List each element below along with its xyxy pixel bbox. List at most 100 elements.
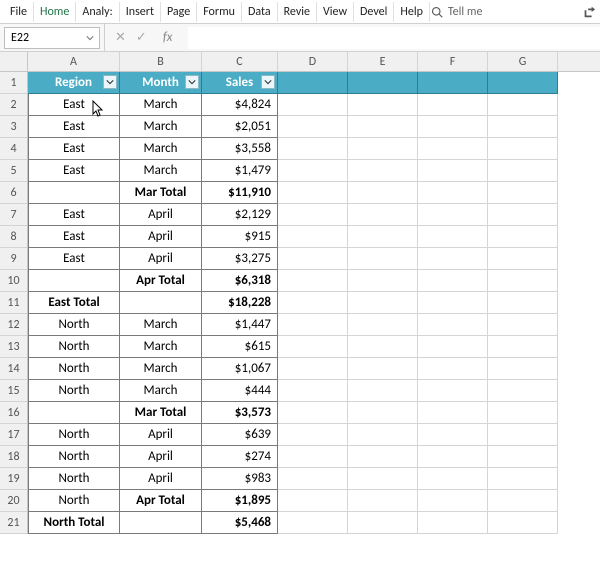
cell-month[interactable]: April [120,226,202,248]
cell[interactable] [488,314,558,336]
row-header[interactable]: 7 [0,204,27,226]
cell[interactable] [278,424,348,446]
cell[interactable] [488,226,558,248]
cell-month[interactable]: March [120,336,202,358]
column-header-a[interactable]: A [28,52,120,71]
select-all-corner[interactable] [0,52,28,71]
ribbon-tab-review[interactable]: Revie [278,2,317,22]
cell[interactable] [418,512,488,534]
ribbon-tab-data[interactable]: Data [242,2,278,22]
cell[interactable] [278,468,348,490]
row-header[interactable]: 5 [0,160,27,182]
cell-month[interactable]: March [120,138,202,160]
cell[interactable] [278,72,348,94]
cell[interactable] [278,160,348,182]
cell[interactable] [348,402,418,424]
cell-region[interactable]: East [28,226,120,248]
cell[interactable] [278,358,348,380]
cell-month[interactable]: March [120,358,202,380]
fx-label[interactable]: fx [157,30,179,45]
row-header[interactable]: 13 [0,336,27,358]
column-header-g[interactable]: G [488,52,558,71]
cell[interactable] [418,270,488,292]
cell[interactable] [488,358,558,380]
row-header[interactable]: 21 [0,512,27,534]
cell-region[interactable]: North [28,468,120,490]
cell[interactable] [348,336,418,358]
cell[interactable] [278,446,348,468]
cell[interactable] [348,270,418,292]
cell-month[interactable]: March [120,94,202,116]
ribbon-tab-file[interactable]: File [4,2,34,22]
cell-month[interactable]: April [120,204,202,226]
cell-sales[interactable]: $3,558 [202,138,278,160]
cell[interactable] [278,512,348,534]
row-header[interactable]: 12 [0,314,27,336]
name-box[interactable]: E22 [4,27,100,49]
cell[interactable] [278,314,348,336]
cell[interactable] [418,468,488,490]
cell-month[interactable] [120,292,202,314]
cell-region[interactable]: North Total [28,512,120,534]
cell-region[interactable]: North [28,358,120,380]
filter-icon[interactable] [261,75,275,89]
cell[interactable] [418,490,488,512]
tellme-input[interactable]: Tell me [444,5,487,19]
cell[interactable] [348,182,418,204]
cell[interactable] [488,380,558,402]
cancel-icon[interactable]: ✕ [115,30,126,45]
cell[interactable] [278,226,348,248]
chevron-down-icon[interactable] [83,31,97,45]
cell-region[interactable]: North [28,380,120,402]
cell[interactable] [488,204,558,226]
cell[interactable] [348,380,418,402]
row-header[interactable]: 6 [0,182,27,204]
confirm-icon[interactable]: ✓ [136,30,147,45]
cell-sales[interactable]: $274 [202,446,278,468]
ribbon-tab-page[interactable]: Page [161,2,197,22]
cell-sales[interactable]: $915 [202,226,278,248]
cell-sales[interactable]: $444 [202,380,278,402]
header-month[interactable]: Month [120,72,202,94]
header-region[interactable]: Region [28,72,120,94]
cell[interactable] [348,292,418,314]
cell-region[interactable]: East [28,94,120,116]
cell[interactable] [278,380,348,402]
cell-month[interactable]: April [120,248,202,270]
cell-month[interactable]: April [120,468,202,490]
cell[interactable] [278,336,348,358]
row-header[interactable]: 19 [0,468,27,490]
cell[interactable] [348,314,418,336]
cell-month[interactable]: April [120,446,202,468]
cell-sales[interactable]: $5,468 [202,512,278,534]
row-header[interactable]: 10 [0,270,27,292]
cell-sales[interactable]: $4,824 [202,94,278,116]
cell-region[interactable]: East Total [28,292,120,314]
cell[interactable] [348,72,418,94]
cell[interactable] [488,160,558,182]
cell[interactable] [348,226,418,248]
cell-sales[interactable]: $3,573 [202,402,278,424]
cell[interactable] [418,182,488,204]
cell-month[interactable]: Mar Total [120,182,202,204]
row-header[interactable]: 14 [0,358,27,380]
cell[interactable] [488,270,558,292]
row-header[interactable]: 11 [0,292,27,314]
cell-month[interactable]: March [120,314,202,336]
cell[interactable] [418,226,488,248]
cell[interactable] [488,336,558,358]
row-header[interactable]: 17 [0,424,27,446]
cell[interactable] [488,94,558,116]
cell[interactable] [418,160,488,182]
ribbon-tab-developer[interactable]: Devel [354,2,394,22]
cell[interactable] [348,424,418,446]
cell[interactable] [488,248,558,270]
row-header[interactable]: 4 [0,138,27,160]
cell[interactable] [348,468,418,490]
cell[interactable] [488,490,558,512]
header-sales[interactable]: Sales [202,72,278,94]
cell[interactable] [278,402,348,424]
cell[interactable] [488,512,558,534]
cell-region[interactable]: East [28,160,120,182]
cell[interactable] [488,182,558,204]
